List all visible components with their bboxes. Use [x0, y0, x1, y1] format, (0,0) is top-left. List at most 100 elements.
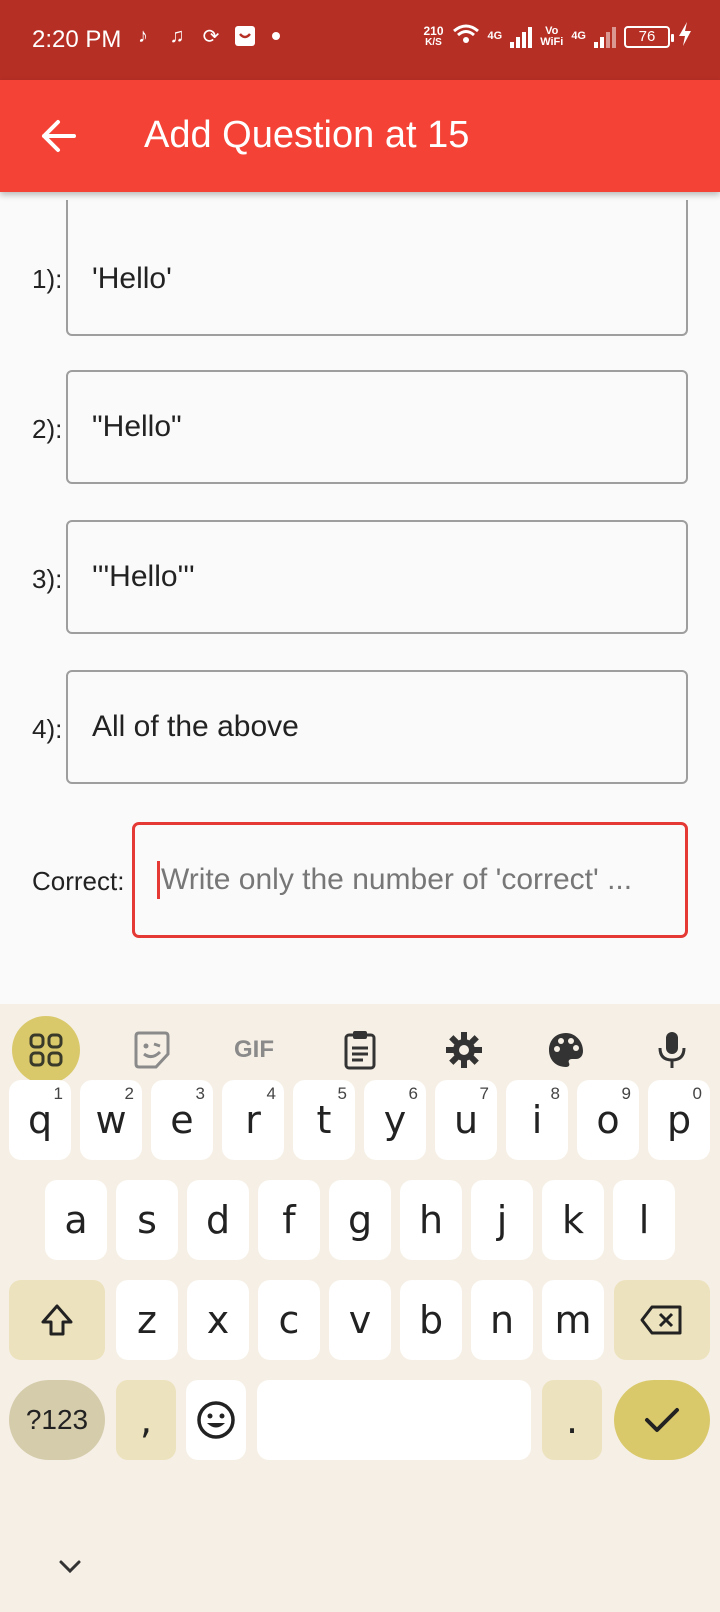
key-q[interactable]: q1 — [9, 1080, 71, 1160]
space-key[interactable] — [257, 1380, 531, 1460]
vowifi-bottom: WiFi — [540, 35, 564, 48]
key-hint: 5 — [337, 1084, 347, 1103]
key-v[interactable]: v — [329, 1280, 391, 1360]
key-x[interactable]: x — [187, 1280, 249, 1360]
speed-unit: K/S — [425, 36, 442, 48]
mic-icon[interactable] — [644, 1022, 700, 1078]
page-title: Add Question at 15 — [144, 114, 470, 156]
option-value: "Hello" — [92, 410, 182, 443]
apps-icon[interactable] — [12, 1016, 80, 1084]
key-label: o — [596, 1098, 620, 1142]
key-e[interactable]: e3 — [151, 1080, 213, 1160]
soft-keyboard: GIF q1 w2 e3 r4 t5 y6 u7 i8 o9 p0 a s d … — [0, 1004, 720, 1612]
check-icon — [645, 1408, 679, 1432]
key-j[interactable]: j — [471, 1180, 533, 1260]
option-field-2[interactable]: "Hello" — [66, 370, 688, 484]
key-b[interactable]: b — [400, 1280, 462, 1360]
key-hint: 2 — [124, 1084, 134, 1103]
key-label: y — [383, 1098, 407, 1142]
key-hint: 0 — [692, 1084, 702, 1103]
status-time: 2:20 PM — [32, 26, 122, 53]
key-hint: 4 — [266, 1084, 276, 1103]
network-speed: 210 K/S — [423, 25, 443, 49]
key-label: t — [316, 1098, 332, 1142]
palette-icon[interactable] — [538, 1022, 594, 1078]
symbols-key[interactable]: ?123 — [9, 1380, 105, 1460]
correct-label: Correct: — [32, 866, 125, 896]
comma-key[interactable]: , — [116, 1380, 176, 1460]
key-r[interactable]: r4 — [222, 1080, 284, 1160]
key-label: e — [170, 1098, 194, 1142]
music-icon: ♫ — [169, 24, 185, 47]
clipboard-icon[interactable] — [332, 1022, 388, 1078]
key-c[interactable]: c — [258, 1280, 320, 1360]
option-field-1[interactable]: 'Hello' — [66, 200, 688, 336]
backspace-icon — [640, 1305, 682, 1335]
status-bar: 2:20 PM ♪ ♫ ⟳ 210 K/S 4G Vo WiFi 4G 76 — [0, 0, 720, 80]
done-key[interactable] — [614, 1380, 710, 1460]
key-f[interactable]: f — [258, 1180, 320, 1260]
more-notifications-icon — [272, 32, 280, 40]
key-w[interactable]: w2 — [80, 1080, 142, 1160]
key-u[interactable]: u7 — [435, 1080, 497, 1160]
network-type-2: 4G — [571, 30, 586, 42]
key-d[interactable]: d — [187, 1180, 249, 1260]
option-label: 3): — [32, 564, 63, 594]
key-label: r — [245, 1098, 261, 1142]
status-right: 210 K/S 4G Vo WiFi 4G 76 — [423, 22, 692, 51]
app-notification-icon — [234, 24, 256, 48]
key-h[interactable]: h — [400, 1180, 462, 1260]
emoji-key[interactable] — [186, 1380, 246, 1460]
key-label: p — [666, 1098, 692, 1142]
option-value: All of the above — [92, 710, 299, 743]
period-key[interactable]: . — [542, 1380, 602, 1460]
signal-icon — [510, 26, 533, 48]
key-k[interactable]: k — [542, 1180, 604, 1260]
backspace-key[interactable] — [614, 1280, 710, 1360]
battery-icon: 76 — [624, 25, 674, 48]
key-l[interactable]: l — [613, 1180, 675, 1260]
key-label: q — [27, 1098, 53, 1142]
key-s[interactable]: s — [116, 1180, 178, 1260]
key-label: w — [95, 1098, 127, 1142]
key-i[interactable]: i8 — [506, 1080, 568, 1160]
back-button[interactable] — [30, 108, 86, 164]
key-m[interactable]: m — [542, 1280, 604, 1360]
option-label: 4): — [32, 714, 63, 744]
key-label: i — [531, 1098, 543, 1142]
shift-key[interactable] — [9, 1280, 105, 1360]
signal-2-icon — [594, 26, 616, 48]
correct-answer-field[interactable] — [132, 822, 688, 938]
network-type-1: 4G — [487, 30, 503, 42]
charging-icon — [678, 22, 692, 51]
key-hint: 3 — [195, 1084, 205, 1103]
gear-icon[interactable] — [436, 1022, 492, 1078]
app-bar: Add Question at 15 — [0, 80, 720, 192]
sticker-icon[interactable] — [124, 1022, 180, 1078]
tiktok-icon: ♪ — [138, 24, 148, 47]
shift-icon — [41, 1304, 73, 1336]
gif-button[interactable]: GIF — [226, 1022, 282, 1078]
option-field-3[interactable]: '''Hello''' — [66, 520, 688, 634]
key-o[interactable]: o9 — [577, 1080, 639, 1160]
key-n[interactable]: n — [471, 1280, 533, 1360]
key-z[interactable]: z — [116, 1280, 178, 1360]
key-g[interactable]: g — [329, 1180, 391, 1260]
key-hint: 6 — [408, 1084, 418, 1103]
option-value: 'Hello' — [92, 262, 172, 295]
key-t[interactable]: t5 — [293, 1080, 355, 1160]
speed-value: 210 — [423, 23, 444, 38]
key-p[interactable]: p0 — [648, 1080, 710, 1160]
key-label: u — [453, 1098, 479, 1142]
keyboard-collapse-button[interactable] — [52, 1552, 88, 1582]
key-hint: 1 — [53, 1084, 63, 1103]
back-arrow-icon — [42, 120, 76, 152]
vowifi-label: Vo WiFi — [540, 25, 564, 48]
chevron-down-icon — [59, 1560, 81, 1574]
wifi-icon — [452, 23, 480, 50]
key-y[interactable]: y6 — [364, 1080, 426, 1160]
option-field-4[interactable]: All of the above — [66, 670, 688, 784]
key-a[interactable]: a — [45, 1180, 107, 1260]
correct-answer-input[interactable] — [161, 855, 671, 905]
option-label: 2): — [32, 414, 63, 444]
